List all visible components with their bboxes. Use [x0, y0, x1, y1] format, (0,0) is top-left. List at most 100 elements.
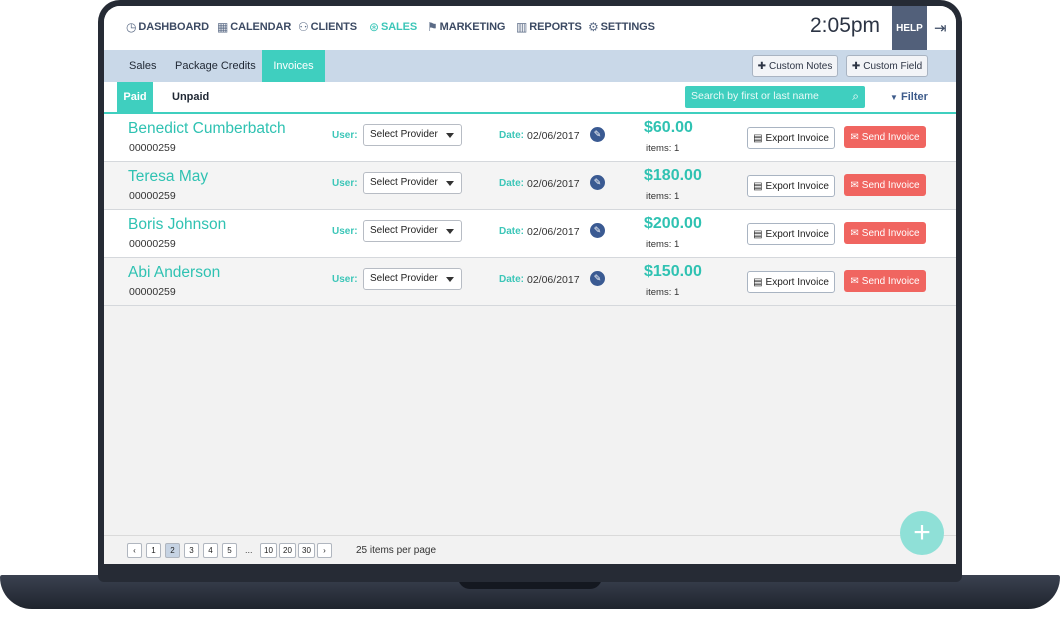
next-page-button[interactable]: ›: [317, 543, 332, 558]
send-invoice-button[interactable]: ✉ Send Invoice: [844, 126, 926, 148]
client-name[interactable]: Boris Johnson: [128, 216, 226, 234]
amount: $200.00: [644, 215, 702, 232]
user-label: User:: [332, 130, 358, 141]
provider-select[interactable]: Select Provider: [363, 268, 462, 290]
invoice-row: Benedict Cumberbatch 00000259 User: Sele…: [104, 114, 956, 162]
nav-label: SALES: [380, 21, 418, 33]
nav-clients[interactable]: ⚇ CLIENTS: [298, 20, 357, 34]
button-label: Send Invoice: [861, 179, 920, 191]
provider-select[interactable]: Select Provider: [363, 220, 462, 242]
caret-down-icon: [446, 229, 454, 234]
gear-icon: ⚙: [588, 20, 599, 34]
nav-label: SETTINGS: [600, 21, 655, 33]
app-screen: ◷ DASHBOARD ▦ CALENDAR ⚇ CLIENTS ⊛ SALES ⚑ MA…: [104, 6, 956, 564]
top-nav: ◷ DASHBOARD ▦ CALENDAR ⚇ CLIENTS ⊛ SALES ⚑ MA…: [104, 6, 956, 50]
nav-dashboard[interactable]: ◷ DASHBOARD: [126, 20, 209, 34]
provider-select[interactable]: Select Provider: [363, 124, 462, 146]
page-button[interactable]: 3: [184, 543, 199, 558]
page-button[interactable]: 10: [260, 543, 277, 558]
button-label: Send Invoice: [861, 227, 920, 239]
clients-icon: ⚇: [298, 20, 309, 34]
button-label: Export Invoice: [765, 276, 829, 288]
send-invoice-button[interactable]: ✉ Send Invoice: [844, 270, 926, 292]
tab-unpaid[interactable]: Unpaid: [172, 82, 209, 112]
page-button[interactable]: 20: [279, 543, 296, 558]
export-invoice-button[interactable]: ▤ Export Invoice: [747, 127, 835, 149]
custom-notes-button[interactable]: ✚ Custom Notes: [752, 55, 838, 77]
tab-invoices[interactable]: Invoices: [262, 50, 325, 82]
date-label: Date:: [499, 274, 525, 285]
user-label: User:: [332, 178, 358, 189]
pager-ellipsis: ...: [245, 545, 253, 555]
status-bar: Paid Unpaid Search by first or last name…: [104, 82, 956, 114]
button-label: Export Invoice: [765, 228, 829, 240]
items-count: items: 1: [646, 239, 680, 250]
button-label: Export Invoice: [765, 180, 829, 192]
amount: $150.00: [644, 263, 702, 280]
items-per-page[interactable]: 25 items per page: [356, 545, 436, 556]
items-count: items: 1: [646, 143, 680, 154]
pencil-icon[interactable]: ✎: [590, 223, 605, 238]
user-label: User:: [332, 226, 358, 237]
search-input[interactable]: Search by first or last name ⌕: [685, 86, 865, 108]
page-button[interactable]: 30: [298, 543, 315, 558]
export-invoice-button[interactable]: ▤ Export Invoice: [747, 271, 835, 293]
provider-select[interactable]: Select Provider: [363, 172, 462, 194]
file-icon: ▤: [753, 132, 763, 144]
send-invoice-button[interactable]: ✉ Send Invoice: [844, 222, 926, 244]
file-icon: ▤: [753, 276, 763, 288]
dollar-icon: ⊛: [369, 20, 379, 34]
date-value: 02/06/2017: [527, 130, 580, 142]
nav-sales[interactable]: ⊛ SALES: [369, 20, 417, 34]
pencil-icon[interactable]: ✎: [590, 175, 605, 190]
pagination: ‹ 1 2 3 4 5 ... 10 20 30 › 25 items per …: [104, 535, 956, 564]
page-button[interactable]: 1: [146, 543, 161, 558]
pencil-icon[interactable]: ✎: [590, 127, 605, 142]
client-name[interactable]: Benedict Cumberbatch: [128, 120, 286, 138]
invoice-number: 00000259: [129, 286, 176, 298]
tab-sales[interactable]: Sales: [129, 50, 157, 82]
select-value: Select Provider: [370, 129, 438, 140]
nav-calendar[interactable]: ▦ CALENDAR: [217, 20, 291, 34]
custom-field-button[interactable]: ✚ Custom Field: [846, 55, 928, 77]
send-invoice-button[interactable]: ✉ Send Invoice: [844, 174, 926, 196]
logout-icon[interactable]: ⇥: [934, 19, 947, 37]
invoice-number: 00000259: [129, 190, 176, 202]
envelope-icon: ✉: [850, 227, 859, 239]
nav-reports[interactable]: ▥ REPORTS: [516, 20, 582, 34]
envelope-icon: ✉: [850, 179, 859, 191]
button-label: Send Invoice: [861, 131, 920, 143]
add-button[interactable]: +: [900, 511, 944, 555]
tab-package-credits[interactable]: Package Credits: [175, 50, 256, 82]
envelope-icon: ✉: [850, 131, 859, 143]
user-label: User:: [332, 274, 358, 285]
select-value: Select Provider: [370, 225, 438, 236]
nav-label: REPORTS: [529, 21, 582, 33]
plus-icon: ✚: [757, 60, 767, 72]
nav-settings[interactable]: ⚙ SETTINGS: [588, 20, 655, 34]
search-icon[interactable]: ⌕: [852, 89, 859, 104]
invoice-row: Boris Johnson 00000259 User: Select Prov…: [104, 210, 956, 258]
date-value: 02/06/2017: [527, 178, 580, 190]
button-label: Custom Field: [863, 60, 923, 72]
page-button[interactable]: 4: [203, 543, 218, 558]
tab-paid[interactable]: Paid: [117, 82, 153, 112]
page-button[interactable]: 5: [222, 543, 237, 558]
client-name[interactable]: Abi Anderson: [128, 264, 220, 282]
nav-label: MARKETING: [439, 21, 506, 33]
nav-label: DASHBOARD: [138, 21, 209, 33]
date-label: Date:: [499, 130, 525, 141]
page-button-current[interactable]: 2: [165, 543, 180, 558]
export-invoice-button[interactable]: ▤ Export Invoice: [747, 223, 835, 245]
button-label: Export Invoice: [765, 132, 829, 144]
plus-icon: ✚: [851, 60, 861, 72]
filter-button[interactable]: ▼ Filter: [890, 91, 928, 103]
pencil-icon[interactable]: ✎: [590, 271, 605, 286]
filter-icon: ▼: [890, 93, 898, 102]
nav-marketing[interactable]: ⚑ MARKETING: [427, 20, 505, 34]
prev-page-button[interactable]: ‹: [127, 543, 142, 558]
client-name[interactable]: Teresa May: [128, 168, 208, 186]
export-invoice-button[interactable]: ▤ Export Invoice: [747, 175, 835, 197]
help-button[interactable]: HELP: [892, 6, 927, 50]
megaphone-icon: ⚑: [427, 20, 438, 34]
